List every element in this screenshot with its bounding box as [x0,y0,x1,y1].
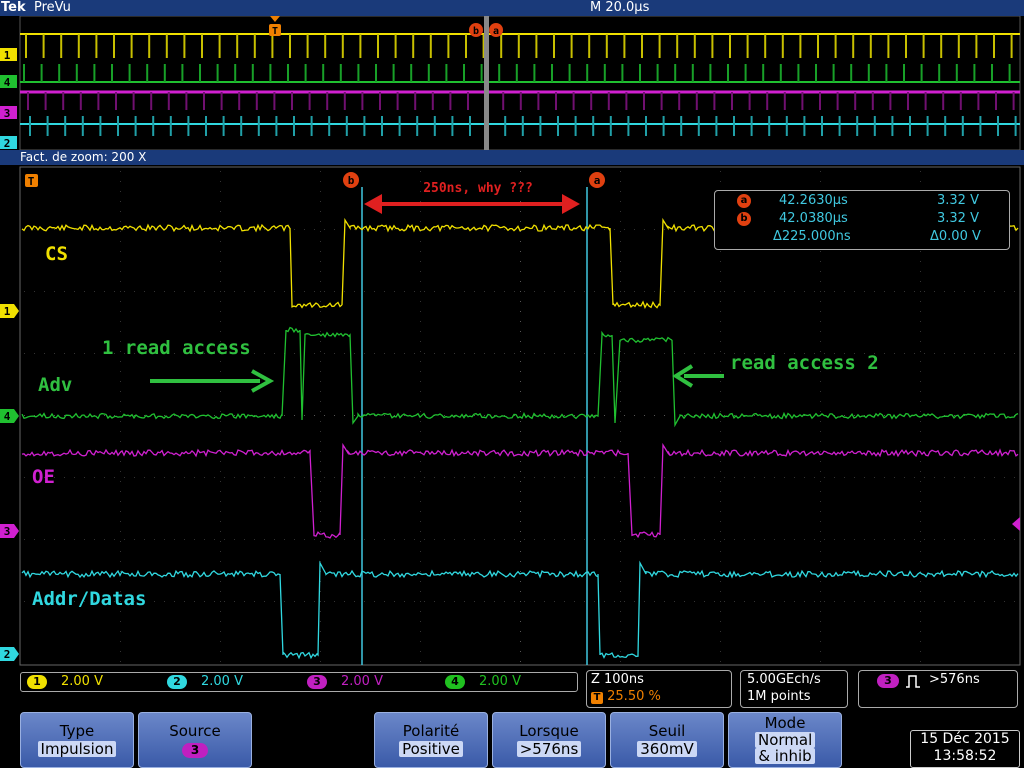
trigger-position-icon: T [591,692,603,704]
ch4-level-marker[interactable]: 4 [0,409,19,423]
ch2-level-marker-label: 2 [4,648,11,661]
readout-cursor-b-icon: b [737,212,751,226]
zoom-trigger-label: T [28,175,35,188]
softkey-threshold-title: Seuil [648,722,686,740]
softkey-polarity[interactable]: Polarité Positive [374,712,488,768]
overview-trigger-label: T [272,26,278,37]
overview-ch3-marker[interactable]: 3 [0,106,17,120]
cursor-b-voltage: 3.32 V [937,211,979,226]
pulse-trigger-icon [906,675,920,688]
ch1-scale-badge: 1 [27,674,47,689]
trigger-position: 25.50 % [607,689,661,704]
softkey-mode-value2: & inhib [755,748,815,764]
channel-scale-bar: 1 2.00 V 2 2.00 V 3 2.00 V 4 2.00 V [20,672,578,692]
softkey-type[interactable]: Type Impulsion [20,712,134,768]
trace-label-adv: Adv [38,374,72,396]
overview-cursor-b-label: b [473,26,479,37]
zoom-window-indicator[interactable] [484,16,489,150]
cursor-b-time: 42.0380µs [779,211,848,226]
ch4-level-marker-label: 4 [4,410,11,423]
sample-rate: 5.00GEch/s [747,672,821,687]
ch1-level-marker[interactable]: 1 [0,304,19,318]
softkey-mode[interactable]: Mode Normal & inhib [728,712,842,768]
access2-annotation-text: read access 2 [730,352,879,374]
softkey-when[interactable]: Lorsque >576ns [492,712,606,768]
overview-ch4-marker[interactable]: 4 [0,75,17,89]
softkey-type-value: Impulsion [37,741,117,757]
softkey-mode-value1: Normal [755,732,815,748]
trigger-source-badge: 3 [877,674,899,688]
cursor-b-label: b [348,174,355,187]
date-text: 15 Déc 2015 [920,731,1010,747]
ch4-scale-value: 2.00 V [479,674,521,689]
acquisition-panel[interactable]: 5.00GEch/s 1M points [740,670,848,708]
ch1-level-marker-label: 1 [4,305,11,318]
trigger-panel[interactable]: 3 >576ns [858,670,1018,708]
trace-label-oe: OE [32,466,55,488]
cursor-a-label: a [594,174,601,187]
status-bar [0,0,1024,16]
softkey-threshold[interactable]: Seuil 360mV [610,712,724,768]
ch2-scale-badge: 2 [167,674,187,689]
timebase-readout[interactable]: M 20.0µs [590,0,649,16]
softkey-type-title: Type [59,722,95,740]
trigger-condition: >576ns [929,672,980,687]
cursor-readout-panel[interactable]: a 42.2630µs 3.32 V b 42.0380µs 3.32 V Δ2… [714,190,1010,250]
zoom-info-panel[interactable]: Z 100ns T 25.50 % [586,670,732,708]
ch4-scale-badge: 4 [445,674,465,689]
overview-ch2-marker-label: 2 [4,137,11,150]
trace-label-cs: CS [45,243,68,265]
ch3-level-marker[interactable]: 3 [0,524,19,538]
ch1-scale[interactable]: 1 2.00 V [21,673,103,691]
tek-logo: Tek [1,0,26,15]
softkey-polarity-title: Polarité [402,722,460,740]
access1-annotation-text: 1 read access [102,337,251,359]
zoom-scale: Z 100ns [591,672,644,687]
softkey-source-title: Source [169,722,221,740]
ch2-level-marker[interactable]: 2 [0,647,19,661]
overview-ch3-marker-label: 3 [4,107,11,120]
ch4-scale[interactable]: 4 2.00 V [439,673,521,691]
zoom-strip [0,150,1024,165]
softkey-polarity-value: Positive [399,741,463,757]
softkey-threshold-value: 360mV [637,741,697,757]
ch3-scale-value: 2.00 V [341,674,383,689]
date-time-display: 15 Déc 2015 13:58:52 [910,730,1020,768]
cursor-delta-time: Δ225.000ns [773,229,851,244]
softkey-when-title: Lorsque [519,722,579,740]
overview-ch1-marker[interactable]: 1 [0,48,17,62]
overview-ch1-marker-label: 1 [4,49,11,62]
interval-annotation-text: 250ns, why ??? [423,181,533,196]
softkey-source-badge: 3 [182,743,208,758]
zoom-factor-label: Fact. de zoom: 200 X [20,150,147,164]
cursor-delta-voltage: Δ0.00 V [930,229,981,244]
overview-cursor-a-label: a [493,26,499,37]
softkey-mode-title: Mode [764,714,806,732]
record-length: 1M points [747,689,811,704]
ch2-scale[interactable]: 2 2.00 V [161,673,243,691]
ch3-scale-badge: 3 [307,674,327,689]
softkey-when-value: >576ns [516,741,582,757]
ch1-scale-value: 2.00 V [61,674,103,689]
ch2-scale-value: 2.00 V [201,674,243,689]
softkey-source[interactable]: Source 3 [138,712,252,768]
time-text: 13:58:52 [933,748,997,764]
cursor-a-voltage: 3.32 V [937,193,979,208]
ch3-level-marker-label: 3 [4,525,11,538]
ch3-scale[interactable]: 3 2.00 V [301,673,383,691]
cursor-a-time: 42.2630µs [779,193,848,208]
trace-label-addr: Addr/Datas [32,588,146,610]
overview-ch2-marker[interactable]: 2 [0,136,17,150]
acquisition-mode: PreVu [34,0,71,15]
overview-ch4-marker-label: 4 [4,76,11,89]
overview-waveform-window[interactable]: T b a 1 4 3 2 [0,16,1024,150]
readout-cursor-a-icon: a [737,194,751,208]
